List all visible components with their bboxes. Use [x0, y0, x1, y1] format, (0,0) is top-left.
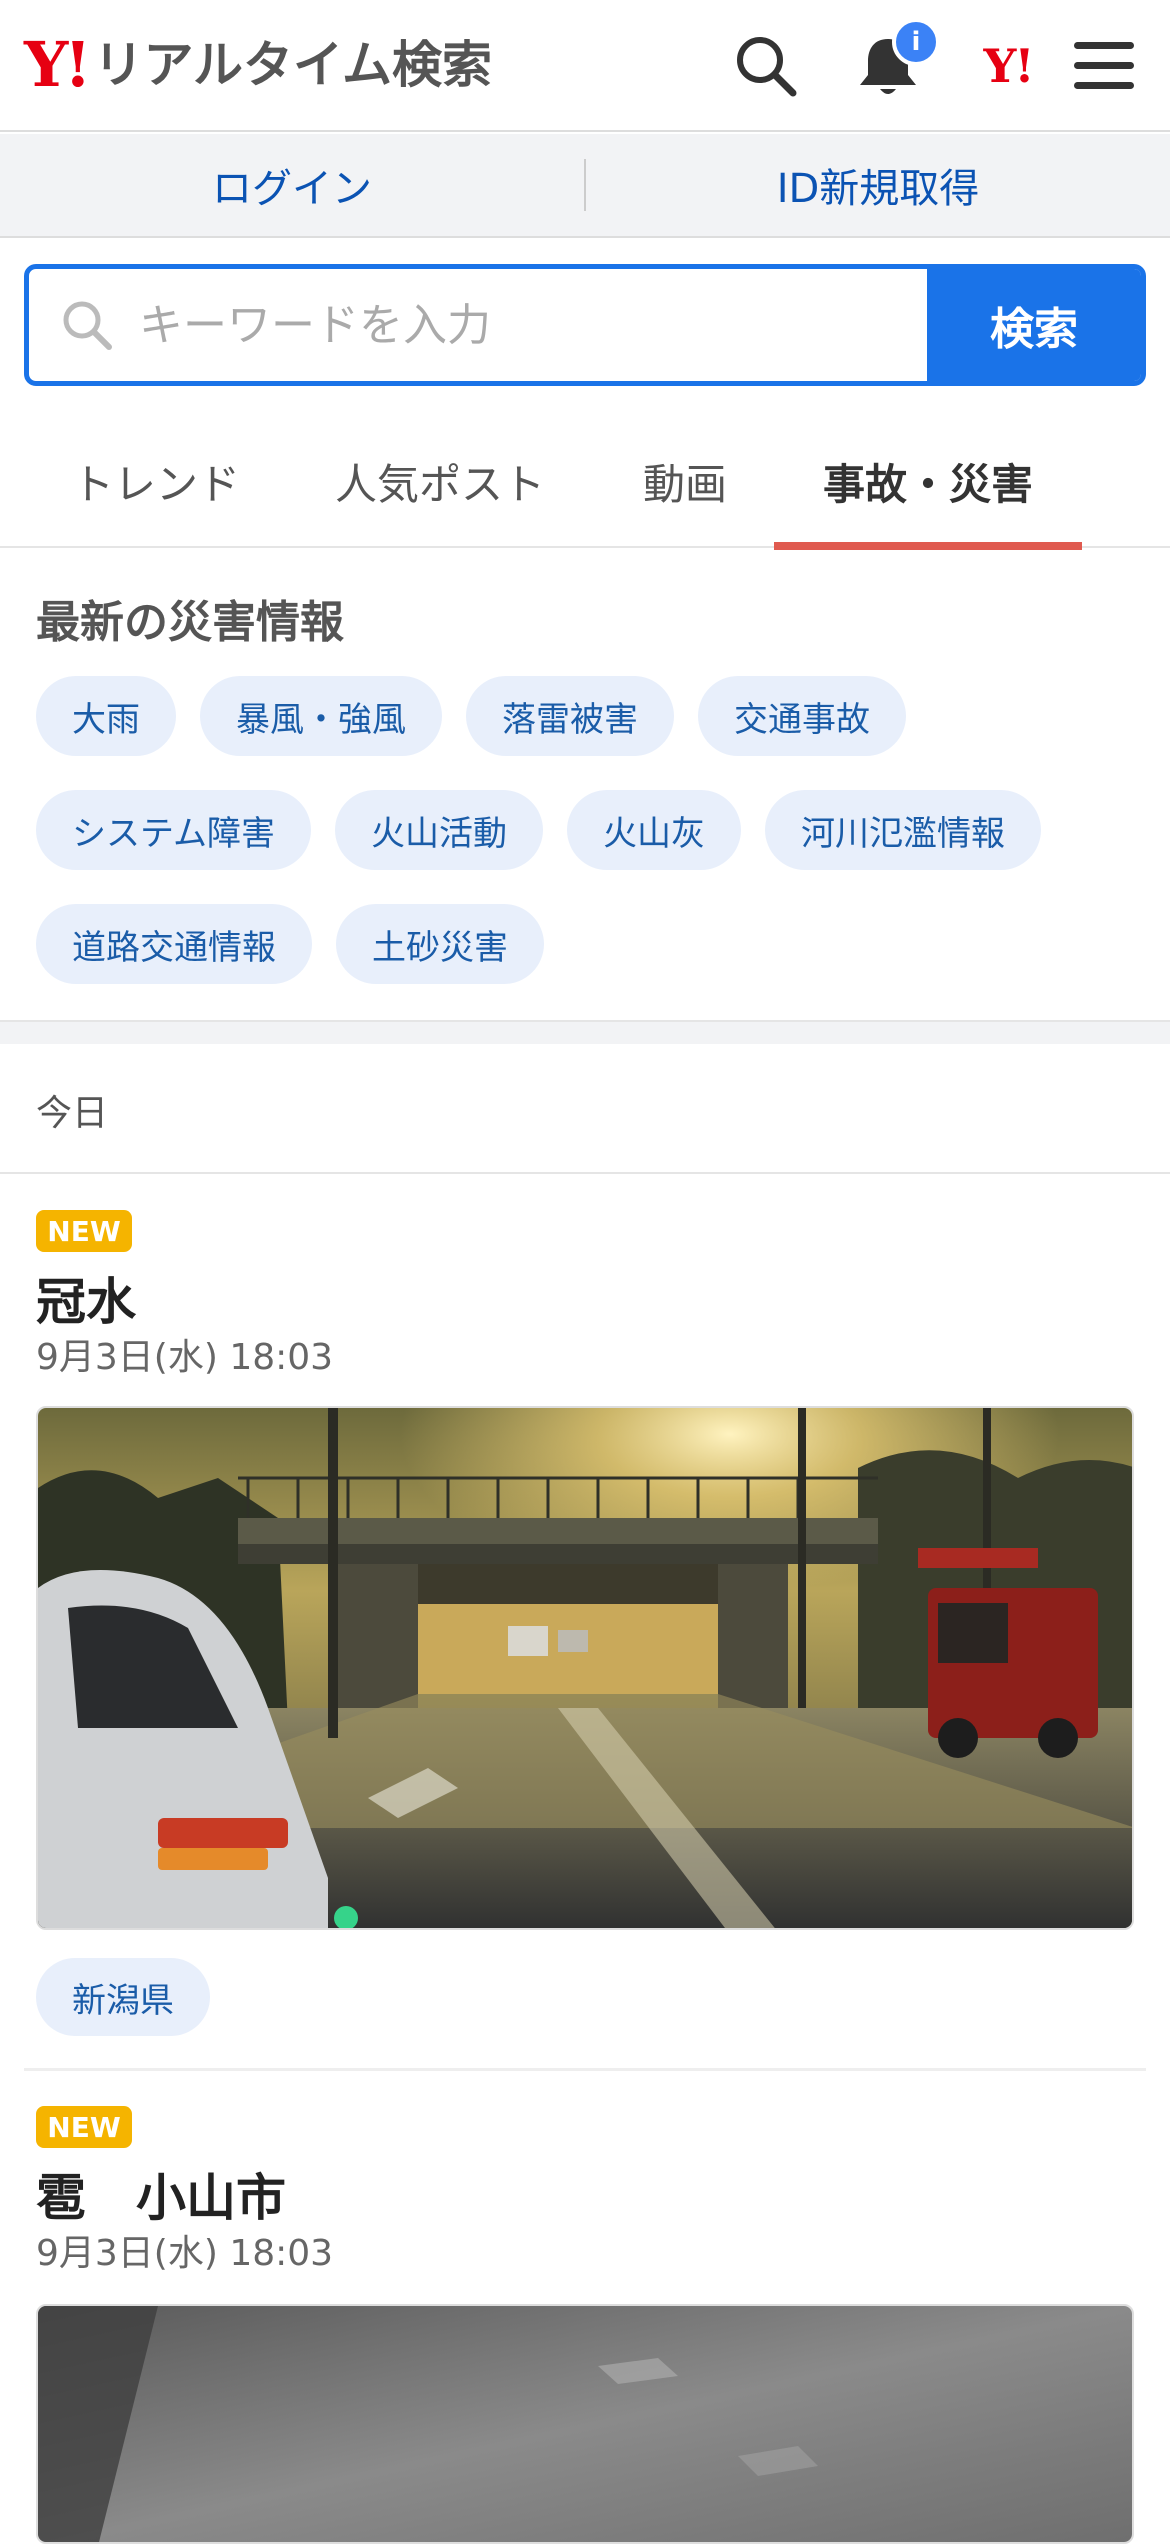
search-button[interactable]: 検索 — [927, 269, 1141, 381]
login-link[interactable]: ログイン — [0, 134, 584, 236]
signup-link[interactable]: ID新規取得 — [586, 134, 1170, 236]
tab-popular-posts[interactable]: 人気ポスト — [320, 414, 560, 548]
search-field-icon — [63, 301, 112, 350]
tab-trend[interactable]: トレンド — [36, 414, 276, 548]
yahoo-mark: Y! — [983, 39, 1034, 93]
chip-volcanic-activity[interactable]: 火山活動 — [334, 790, 543, 870]
hail-photo[interactable] — [36, 2304, 1134, 2544]
search-input[interactable] — [139, 299, 899, 351]
post-time: 9月3日(水) 18:03 — [36, 1337, 334, 1378]
section-gap — [0, 1020, 1170, 1044]
yahoo-realtime-logo[interactable]: Y! リアルタイム検索 — [24, 30, 492, 100]
tab-accident-disaster[interactable]: 事故・災害 — [774, 414, 1082, 550]
new-badge: NEW — [36, 1210, 132, 1252]
logo-text: リアルタイム検索 — [93, 36, 492, 94]
date-header: 今日 — [0, 1044, 1170, 1174]
disaster-info-section: 最新の災害情報 大雨 暴風・強風 落雷被害 交通事故 システム障害 火山活動 火… — [0, 550, 1170, 1020]
search-box: 検索 — [24, 264, 1146, 386]
chip-system-failure[interactable]: システム障害 — [36, 790, 311, 870]
auth-bar: ログイン ID新規取得 — [0, 134, 1170, 238]
post-card[interactable]: NEW 雹 小山市 9月3日(水) 18:03 — [0, 2072, 1170, 2544]
post-title: 雹 小山市 — [36, 2169, 286, 2227]
chip-river-flood[interactable]: 河川氾濫情報 — [764, 790, 1041, 870]
notification-badge: i — [892, 18, 940, 66]
category-tabs: トレンド 人気ポスト 動画 事故・災害 — [0, 414, 1170, 550]
chip-traffic-accident[interactable]: 交通事故 — [698, 676, 906, 756]
section-title: 最新の災害情報 — [36, 597, 344, 648]
chip-landslide[interactable]: 土砂災害 — [336, 904, 544, 984]
disaster-chips: 大雨 暴風・強風 落雷被害 交通事故 システム障害 火山活動 火山灰 河川氾濫情… — [36, 676, 1136, 1018]
post-card[interactable]: NEW 冠水 9月3日(水) 18:03 新潟県 — [0, 1176, 1170, 2076]
yahoo-japan-icon[interactable]: Y! — [968, 28, 1048, 104]
chip-road-traffic[interactable]: 道路交通情報 — [36, 904, 312, 984]
search-field[interactable] — [29, 269, 927, 381]
chip-volcanic-ash[interactable]: 火山灰 — [566, 790, 741, 870]
date-label: 今日 — [36, 1093, 109, 1134]
post-title: 冠水 — [36, 1273, 136, 1331]
post-location-tag[interactable]: 新潟県 — [36, 1958, 210, 2036]
new-badge: NEW — [36, 2106, 132, 2148]
flooded-underpass-photo[interactable] — [36, 1406, 1134, 1930]
chip-storm-wind[interactable]: 暴風・強風 — [200, 676, 442, 756]
notification-bell-icon[interactable]: i — [850, 18, 940, 104]
logo-mark: Y! — [24, 28, 92, 101]
chip-lightning-damage[interactable]: 落雷被害 — [466, 676, 674, 756]
hamburger-menu-icon[interactable] — [1066, 28, 1142, 104]
search-icon[interactable] — [728, 28, 804, 104]
post-divider — [24, 2068, 1146, 2071]
app-header: Y! リアルタイム検索 i Y! — [0, 0, 1170, 132]
post-time: 9月3日(水) 18:03 — [36, 2233, 334, 2274]
tab-video[interactable]: 動画 — [600, 414, 770, 548]
chip-heavy-rain[interactable]: 大雨 — [36, 676, 176, 756]
